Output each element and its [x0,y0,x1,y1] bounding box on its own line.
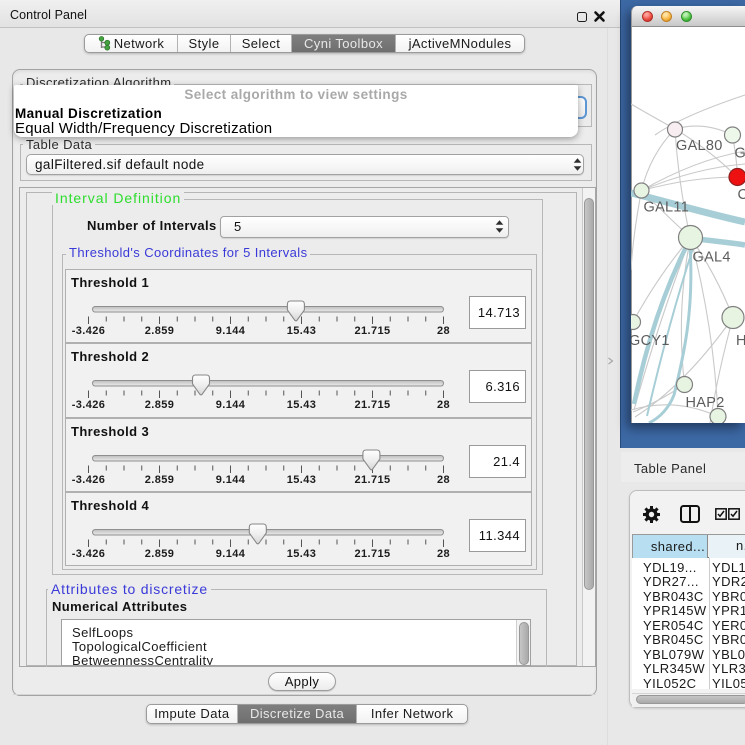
svg-text:G.: G. [735,146,745,162]
svg-text:21.715: 21.715 [354,474,390,486]
svg-text:15.43: 15.43 [287,399,317,411]
svg-text:21.715: 21.715 [354,325,390,337]
svg-text:GAL4: GAL4 [693,250,731,266]
svg-text:9.144: 9.144 [216,325,246,337]
svg-text:21.715: 21.715 [354,399,390,411]
svg-text:GAL80: GAL80 [676,138,723,154]
svg-text:-3.426: -3.426 [72,325,106,337]
svg-text:28: 28 [437,399,450,411]
svg-text:15.43: 15.43 [287,548,317,560]
svg-text:2.859: 2.859 [145,325,175,337]
svg-text:28: 28 [437,548,450,560]
svg-text:C: C [738,187,745,203]
svg-text:GAL11: GAL11 [644,200,690,216]
svg-text:GCY1: GCY1 [631,333,670,349]
svg-text:HAP2: HAP2 [686,395,725,411]
svg-text:9.144: 9.144 [216,474,246,486]
svg-text:2.859: 2.859 [145,399,175,411]
svg-text:-3.426: -3.426 [72,399,106,411]
svg-text:2.859: 2.859 [145,548,175,560]
svg-text:28: 28 [437,474,450,486]
svg-text:9.144: 9.144 [216,399,246,411]
svg-text:15.43: 15.43 [287,474,317,486]
svg-text:-3.426: -3.426 [72,548,106,560]
svg-text:15.43: 15.43 [287,325,317,337]
svg-text:9.144: 9.144 [216,548,246,560]
svg-text:28: 28 [437,325,450,337]
svg-text:H: H [736,333,745,349]
svg-text:2.859: 2.859 [145,474,175,486]
svg-text:21.715: 21.715 [354,548,390,560]
svg-text:-3.426: -3.426 [72,474,106,486]
